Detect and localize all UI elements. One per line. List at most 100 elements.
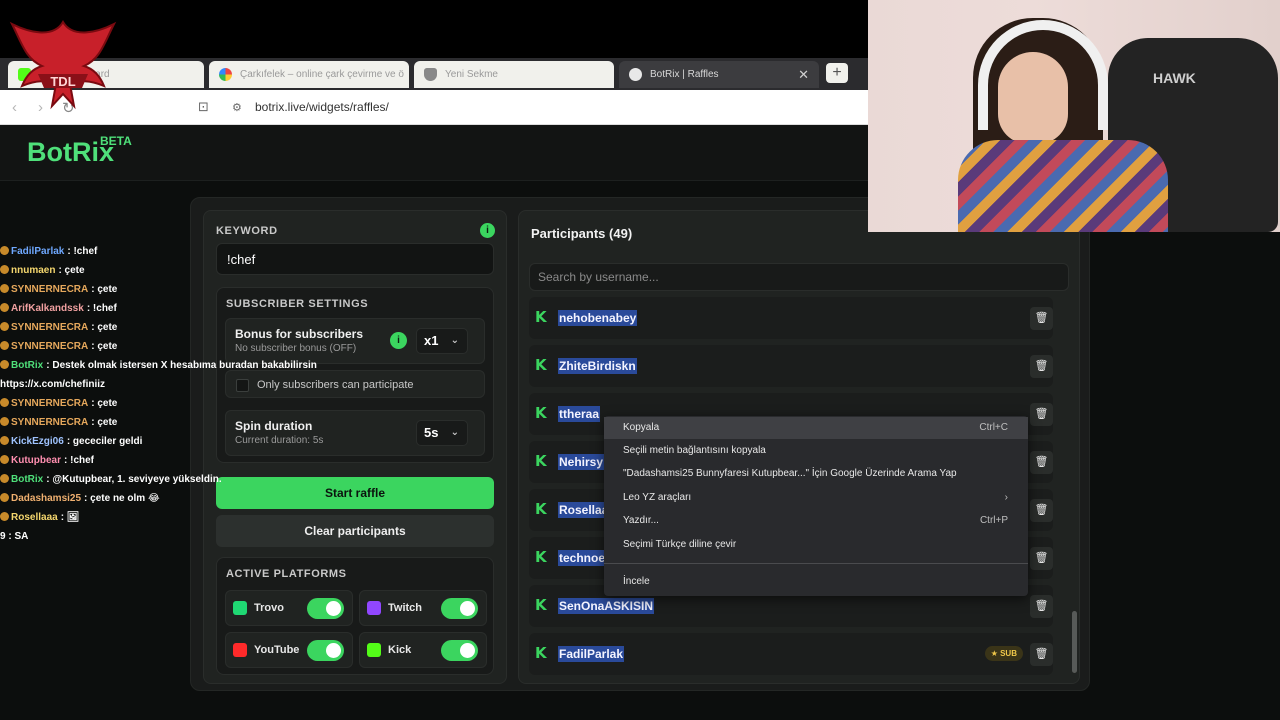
chat-message: BotRix: @Kutupbear, 1. seviyeye yükseldi… <box>0 470 240 489</box>
address-bar[interactable]: botrix.live/widgets/raffles/ <box>255 100 389 114</box>
platform-name: Twitch <box>388 602 423 614</box>
chat-username[interactable]: BotRix <box>11 360 43 371</box>
chat-message: ArifKalkandssk: !chef <box>0 299 240 318</box>
menu-item-copy[interactable]: Kopyala Ctrl+C <box>604 417 1028 439</box>
spin-sub: Current duration: 5s <box>235 435 324 446</box>
kick-toggle[interactable] <box>441 640 478 661</box>
bookmark-icon[interactable]: ⊡ <box>198 99 209 115</box>
keyword-input[interactable]: !chef <box>216 243 494 275</box>
trash-icon[interactable]: 🗑 <box>1030 547 1053 570</box>
user-badge-icon <box>0 265 9 274</box>
chat-username[interactable]: SYNNERNECRA <box>11 341 88 352</box>
kick-icon: K <box>535 452 547 470</box>
subscriber-settings: SUBSCRIBER SETTINGS Bonus for subscriber… <box>216 287 494 463</box>
app-header: BotRix BETA <box>0 125 868 181</box>
sub-badge: ★ SUB <box>984 646 1023 661</box>
participant-row: K FadilParlak ★ SUB 🗑 <box>529 633 1053 675</box>
start-raffle-button[interactable]: Start raffle <box>216 477 494 509</box>
tab-botrix-raffles[interactable]: BotRix | Raffles ✕ <box>619 61 819 88</box>
menu-item-google-search[interactable]: "Dadashamsi25 Bunnyfaresi Kutupbear..." … <box>604 463 1028 485</box>
chat-username[interactable]: SYNNERNECRA <box>11 284 88 295</box>
scrollbar-thumb[interactable] <box>1072 611 1077 673</box>
twitch-toggle[interactable] <box>441 598 478 619</box>
chat-username[interactable]: SYNNERNECRA <box>11 322 88 333</box>
trovo-toggle[interactable] <box>307 598 344 619</box>
spin-select[interactable]: 5s ⌄ <box>416 420 468 446</box>
participant-row: K nehobenabey 🗑 <box>529 297 1053 339</box>
close-tab-icon[interactable]: ✕ <box>798 67 809 83</box>
tab-carkifelek[interactable]: Çarkıfelek – online çark çevirme ve ö <box>209 61 409 88</box>
platform-kick: Kick <box>359 632 487 668</box>
chat-username[interactable]: KickEzgi06 <box>11 436 64 447</box>
user-badge-icon <box>0 512 9 521</box>
kick-icon: K <box>535 548 547 566</box>
chat-message: SYNNERNECRA: çete <box>0 394 240 413</box>
chat-username[interactable]: Kutupbear <box>11 455 61 466</box>
clear-participants-button[interactable]: Clear participants <box>216 515 494 547</box>
active-platforms: ACTIVE PLATFORMS Trovo Twitch YouTube Ki… <box>216 557 494 675</box>
tab-new[interactable]: Yeni Sekme <box>414 61 614 88</box>
user-badge-icon <box>0 303 9 312</box>
chat-message: Dadashamsi25: çete ne olm 😂 <box>0 489 240 508</box>
kick-icon <box>367 643 381 657</box>
chat-username[interactable]: SYNNERNECRA <box>11 398 88 409</box>
wheel-favicon-icon <box>219 68 232 81</box>
menu-label: Leo YZ araçları <box>623 492 692 503</box>
trash-icon[interactable]: 🗑 <box>1030 595 1053 618</box>
chat-message: SYNNERNECRA: çete <box>0 318 240 337</box>
chat-username[interactable]: SYNNERNECRA <box>11 417 88 428</box>
tab-bar: Kick Dashboard Çarkıfelek – online çark … <box>0 58 868 90</box>
chat-username[interactable]: Dadashamsi25 <box>11 493 81 504</box>
trash-icon[interactable]: 🗑 <box>1030 403 1053 426</box>
menu-item-inspect[interactable]: İncele <box>604 571 1028 593</box>
user-badge-icon <box>0 398 9 407</box>
user-badge-icon <box>0 341 9 350</box>
youtube-icon <box>233 643 247 657</box>
only-subs-row[interactable]: Only subscribers can participate <box>225 370 485 398</box>
chat-username[interactable]: FadilParlak <box>11 246 64 257</box>
chat-username[interactable]: nnumaen <box>11 265 55 276</box>
chat-text: : @Kutupbear, 1. seviyeye yükseldin. <box>46 474 222 485</box>
kick-icon: K <box>535 596 547 614</box>
chat-username[interactable]: BotRix <box>11 474 43 485</box>
info-icon[interactable]: i <box>480 223 495 238</box>
chat-text: : 🖼 <box>60 512 80 523</box>
trash-icon[interactable]: 🗑 <box>1030 499 1053 522</box>
user-badge-icon <box>0 455 9 464</box>
search-input[interactable]: Search by username... <box>529 263 1069 291</box>
participant-name: technoe <box>558 550 607 566</box>
participant-name: FadilParlak <box>558 646 625 662</box>
menu-label: Seçimi Türkçe diline çevir <box>623 539 737 550</box>
chat-username[interactable]: ArifKalkandssk <box>11 303 84 314</box>
bonus-label: Bonus for subscribers <box>235 327 364 341</box>
menu-item-print[interactable]: Yazdır... Ctrl+P <box>604 510 1028 532</box>
chat-text: : !chef <box>64 455 94 466</box>
trash-icon[interactable]: 🗑 <box>1030 451 1053 474</box>
new-tab-button[interactable]: + <box>826 63 848 83</box>
trash-icon[interactable]: 🗑 <box>1030 643 1053 666</box>
chat-username[interactable]: Rosellaaa <box>11 512 58 523</box>
bonus-select[interactable]: x1 ⌄ <box>416 328 468 354</box>
platform-trovo: Trovo <box>225 590 353 626</box>
trash-icon[interactable]: 🗑 <box>1030 355 1053 378</box>
participant-name: SenOnaASKISIN <box>558 598 655 614</box>
menu-label: Kopyala <box>623 422 660 433</box>
site-info-icon[interactable]: ⚙ <box>232 101 242 114</box>
youtube-toggle[interactable] <box>307 640 344 661</box>
user-badge-icon <box>0 493 9 502</box>
menu-item-copy-link[interactable]: Seçili metin bağlantısını kopyala <box>604 440 1028 462</box>
chat-message: Rosellaaa: 🖼 <box>0 508 240 527</box>
user-badge-icon <box>0 246 9 255</box>
chat-text: : çete <box>91 417 118 428</box>
shield-favicon-icon <box>424 68 437 81</box>
participant-name: ttheraa <box>558 406 601 422</box>
menu-item-translate[interactable]: Seçimi Türkçe diline çevir <box>604 534 1028 556</box>
trash-icon[interactable]: 🗑 <box>1030 307 1053 330</box>
top-bar <box>0 0 868 58</box>
chat-text: : !chef <box>86 303 117 314</box>
chat-text: : Destek olmak istersen X hesabıma burad… <box>46 360 317 371</box>
menu-shortcut: Ctrl+C <box>979 422 1008 433</box>
bonus-info-icon[interactable]: i <box>390 332 407 349</box>
user-badge-icon <box>0 417 9 426</box>
menu-item-leo-tools[interactable]: Leo YZ araçları › <box>604 487 1028 509</box>
